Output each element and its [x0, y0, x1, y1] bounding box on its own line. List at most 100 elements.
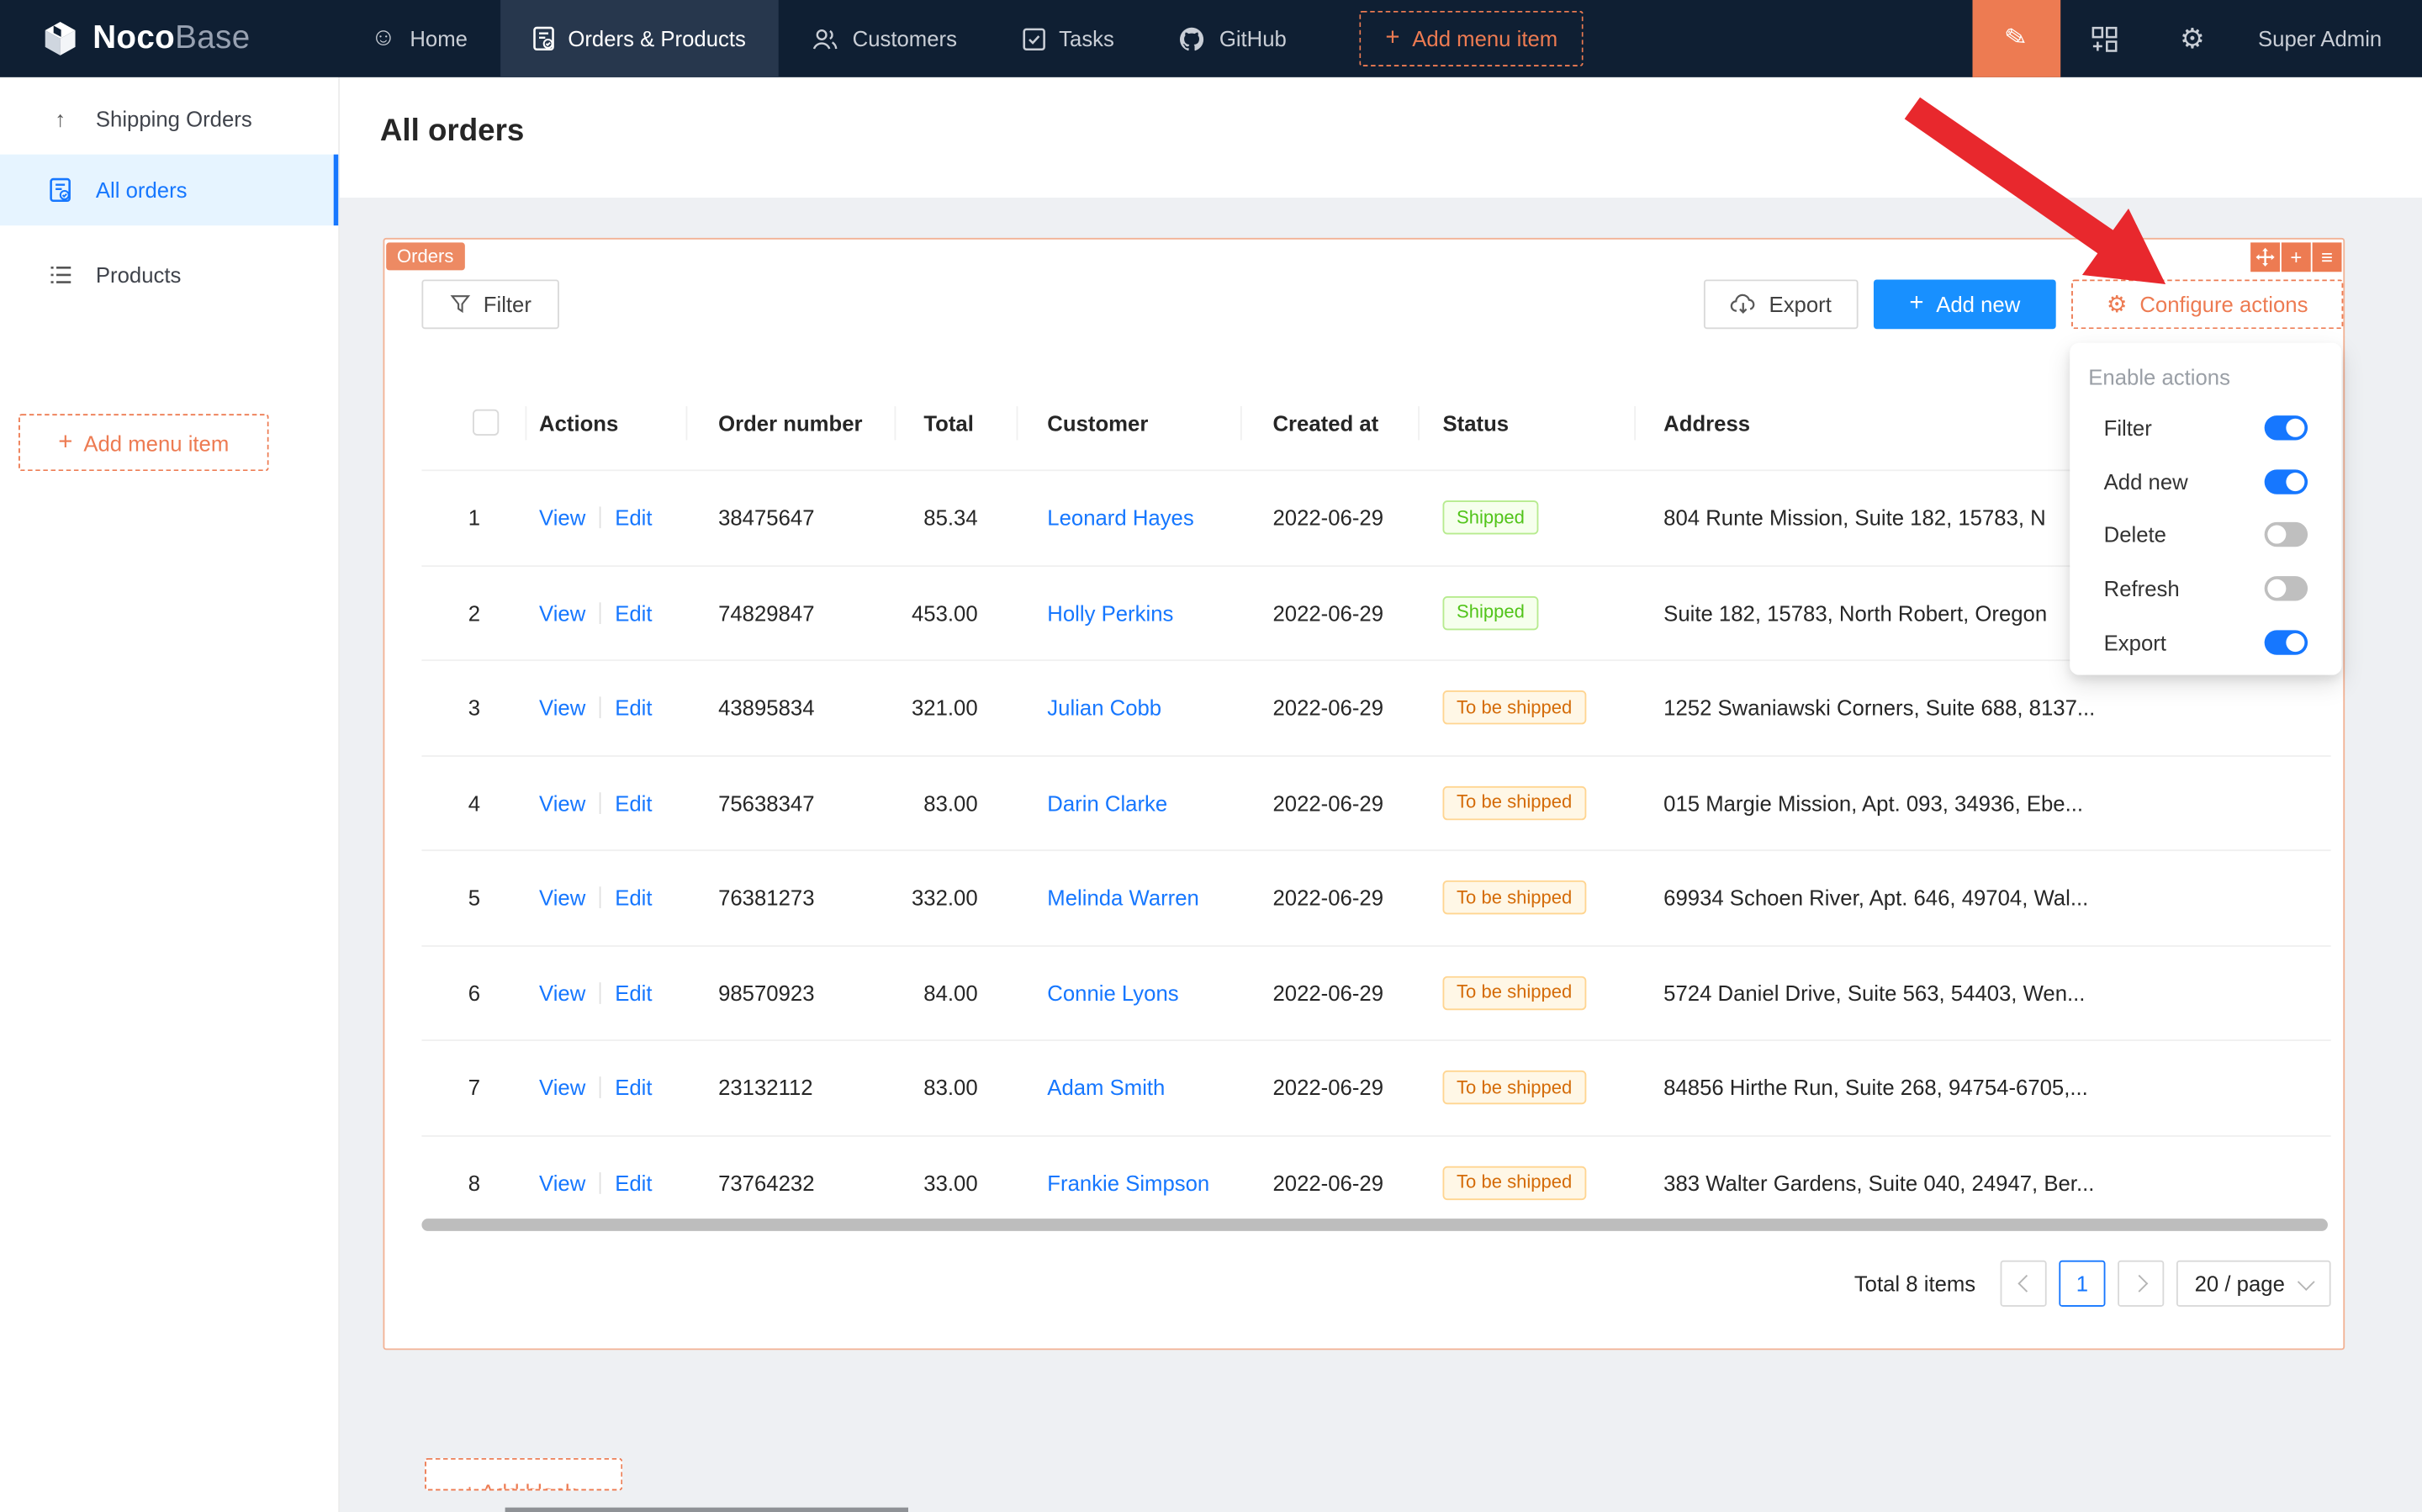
- page-size-select[interactable]: 20 / page: [2176, 1261, 2331, 1307]
- view-link[interactable]: View: [539, 600, 585, 625]
- customer-cell: Adam Smith: [1018, 1041, 1241, 1134]
- add-block-icon[interactable]: +: [2282, 242, 2311, 272]
- view-link[interactable]: View: [539, 981, 585, 1005]
- view-link[interactable]: View: [539, 790, 585, 815]
- smiley-icon: ☺: [371, 26, 396, 50]
- customer-link[interactable]: Connie Lyons: [1047, 981, 1178, 1005]
- filter-button[interactable]: Filter: [421, 279, 558, 329]
- row-actions: View Edit: [526, 756, 687, 849]
- sidebar-item-all-orders[interactable]: All orders: [0, 155, 338, 225]
- col-created-at: Created at: [1242, 375, 1420, 469]
- document-check-icon: [46, 177, 74, 202]
- order-number-cell: 43895834: [687, 661, 896, 754]
- plus-icon: +: [1385, 26, 1399, 50]
- prev-page-button[interactable]: [2001, 1261, 2047, 1307]
- toggle-switch[interactable]: [2265, 576, 2308, 600]
- horizontal-scrollbar-thumb[interactable]: [421, 1219, 2328, 1231]
- customer-link[interactable]: Holly Perkins: [1047, 600, 1173, 625]
- toggle-knob: [2286, 419, 2304, 437]
- configure-actions-button[interactable]: ⚙ Configure actions: [2071, 279, 2343, 329]
- view-link[interactable]: View: [539, 1076, 585, 1100]
- top-navbar: NocoBase ☺ Home Orders & Products Custom…: [0, 0, 2422, 77]
- customer-cell: Leonard Hayes: [1018, 471, 1241, 564]
- customer-link[interactable]: Melinda Warren: [1047, 886, 1199, 910]
- col-order-number: Order number: [687, 375, 896, 469]
- dropdown-items: Filter Add new Delete Refresh Export: [2070, 402, 2341, 669]
- sidebar-add-menu-item-button[interactable]: + Add menu item: [19, 414, 269, 471]
- tab-tasks[interactable]: Tasks: [990, 0, 1147, 77]
- people-icon: [811, 27, 838, 50]
- order-number-cell: 76381273: [687, 851, 896, 944]
- page-title: All orders: [380, 114, 524, 150]
- add-new-button[interactable]: + Add new: [1874, 279, 2056, 329]
- dropdown-toggle-item[interactable]: Add new: [2070, 455, 2341, 509]
- edit-link[interactable]: Edit: [615, 1076, 652, 1100]
- page-1-button[interactable]: 1: [2059, 1261, 2105, 1307]
- view-link[interactable]: View: [539, 695, 585, 720]
- row-index: 7: [421, 1041, 526, 1134]
- orders-table-block: Orders + ≡ Filter Export: [383, 238, 2345, 1350]
- tab-orders-products[interactable]: Orders & Products: [500, 0, 779, 77]
- export-button[interactable]: Export: [1704, 279, 1859, 329]
- select-all-header: [421, 375, 526, 469]
- row-index: 5: [421, 851, 526, 944]
- edit-link[interactable]: Edit: [615, 600, 652, 625]
- plugin-manager-button[interactable]: [2060, 0, 2149, 77]
- toggle-switch[interactable]: [2265, 523, 2308, 547]
- customer-link[interactable]: Frankie Simpson: [1047, 1171, 1209, 1195]
- total-cell: 33.00: [896, 1136, 1018, 1229]
- toggle-switch[interactable]: [2265, 630, 2308, 654]
- customer-link[interactable]: Darin Clarke: [1047, 790, 1167, 815]
- dropdown-toggle-item[interactable]: Refresh: [2070, 562, 2341, 616]
- customer-link[interactable]: Adam Smith: [1047, 1076, 1165, 1100]
- edit-link[interactable]: Edit: [615, 505, 652, 530]
- block-menu-icon[interactable]: ≡: [2313, 242, 2342, 272]
- nocobase-logo[interactable]: NocoBase: [0, 19, 338, 59]
- bottom-scrollbar-strip[interactable]: [505, 1508, 908, 1512]
- navbar-right: ✎ ⚙ Super Admin: [1972, 0, 2422, 77]
- dropdown-toggle-item[interactable]: Export: [2070, 616, 2341, 669]
- row-index: 2: [421, 566, 526, 659]
- edit-link[interactable]: Edit: [615, 886, 652, 910]
- toggle-switch[interactable]: [2265, 416, 2308, 441]
- drag-move-icon[interactable]: [2250, 242, 2280, 272]
- tab-customers[interactable]: Customers: [778, 0, 989, 77]
- dropdown-toggle-item[interactable]: Delete: [2070, 509, 2341, 563]
- order-number-cell: 75638347: [687, 756, 896, 849]
- view-link[interactable]: View: [539, 886, 585, 910]
- tab-home[interactable]: ☺ Home: [338, 0, 500, 77]
- edit-link[interactable]: Edit: [615, 1171, 652, 1195]
- dropdown-toggle-item[interactable]: Filter: [2070, 402, 2341, 456]
- page-header: All orders: [338, 77, 2422, 198]
- sidebar-item-shipping-orders[interactable]: ↑ Shipping Orders: [0, 83, 338, 154]
- view-link[interactable]: View: [539, 505, 585, 530]
- edit-link[interactable]: Edit: [615, 790, 652, 815]
- sidebar-item-products[interactable]: Products: [0, 240, 338, 310]
- customer-cell: Melinda Warren: [1018, 851, 1241, 944]
- user-menu[interactable]: Super Admin: [2236, 26, 2422, 50]
- address-cell: 84856 Hirthe Run, Suite 268, 94754-6705,…: [1636, 1041, 2331, 1134]
- order-number-cell: 23132112: [687, 1041, 896, 1134]
- customer-link[interactable]: Julian Cobb: [1047, 695, 1161, 720]
- add-block-button[interactable]: + Add block: [425, 1458, 622, 1491]
- highlighter-pen-icon: ✎: [2002, 22, 2029, 56]
- total-cell: 321.00: [896, 661, 1018, 754]
- customer-link[interactable]: Leonard Hayes: [1047, 505, 1193, 530]
- toggle-switch[interactable]: [2265, 469, 2308, 494]
- total-cell: 83.00: [896, 1041, 1018, 1134]
- link-divider: [600, 602, 601, 624]
- navbar-add-menu-item-button[interactable]: + Add menu item: [1359, 11, 1584, 66]
- created-at-cell: 2022-06-29: [1242, 946, 1420, 1039]
- ui-editor-button[interactable]: ✎: [1972, 0, 2060, 77]
- status-badge: Shipped: [1443, 596, 1539, 630]
- row-index: 1: [421, 471, 526, 564]
- status-cell: To be shipped: [1420, 661, 1636, 754]
- settings-button[interactable]: ⚙: [2149, 0, 2237, 77]
- view-link[interactable]: View: [539, 1171, 585, 1195]
- select-all-checkbox[interactable]: [472, 410, 498, 436]
- edit-link[interactable]: Edit: [615, 981, 652, 1005]
- edit-link[interactable]: Edit: [615, 695, 652, 720]
- link-divider: [600, 1172, 601, 1194]
- next-page-button[interactable]: [2118, 1261, 2164, 1307]
- tab-github[interactable]: GitHub: [1146, 0, 1319, 77]
